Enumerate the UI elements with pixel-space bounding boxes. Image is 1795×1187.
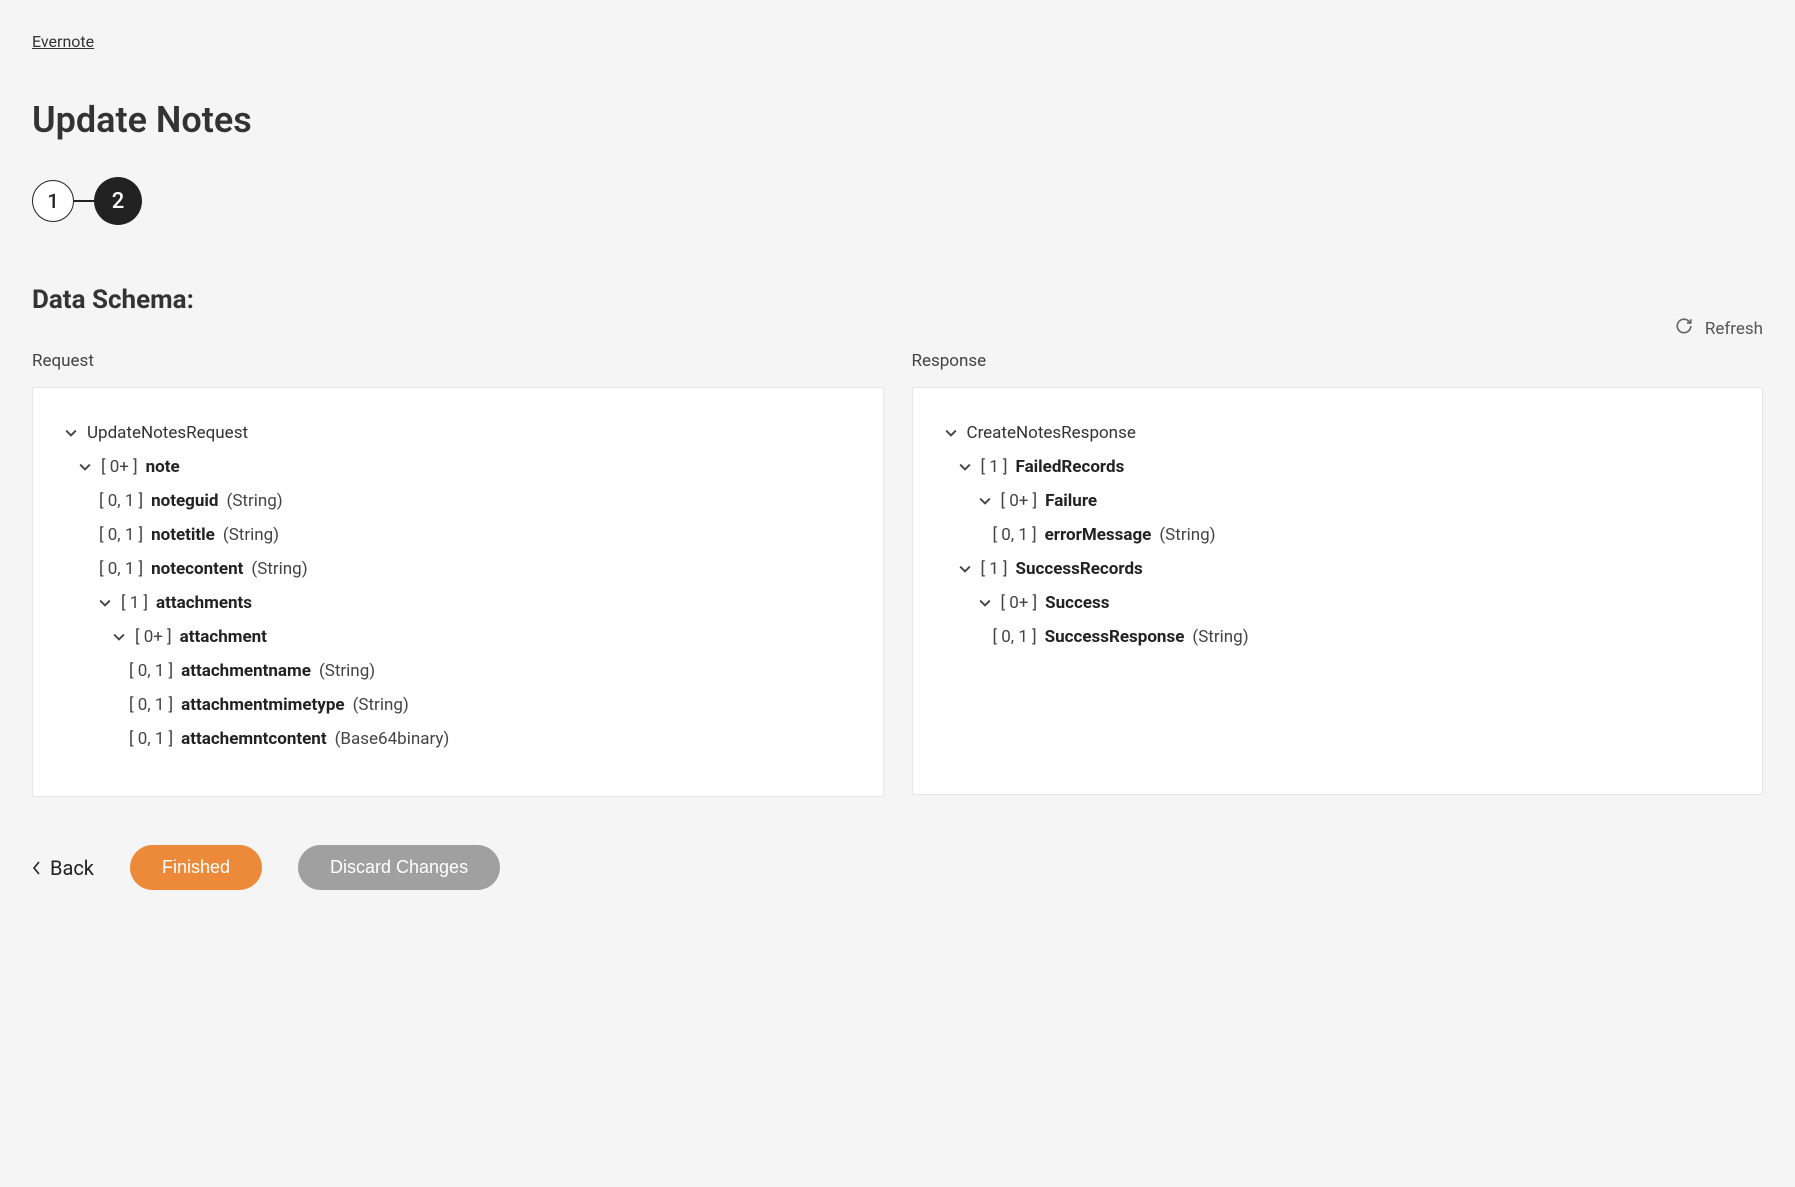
cardinality: [ 0+ ] [135, 620, 172, 654]
field-name: note [146, 450, 180, 484]
field-type: (String) [227, 484, 283, 518]
field-type: (String) [319, 654, 375, 688]
finished-button[interactable]: Finished [130, 845, 262, 890]
cardinality: [ 0+ ] [101, 450, 138, 484]
request-label: Request [32, 351, 884, 371]
request-panel: UpdateNotesRequest [ 0+ ] note [ 0, 1 ] … [32, 387, 884, 797]
field-name: noteguid [151, 484, 218, 518]
chevron-down-icon[interactable] [979, 597, 993, 609]
field-name: attachment [180, 620, 267, 654]
response-panel: CreateNotesResponse [ 1 ] FailedRecords … [912, 387, 1764, 795]
chevron-down-icon[interactable] [959, 461, 973, 473]
tree-row-attachmentmimetype[interactable]: [ 0, 1 ] attachmentmimetype (String) [129, 688, 859, 722]
field-name: attachmentname [181, 654, 311, 688]
cardinality: [ 0, 1 ] [129, 688, 173, 722]
tree-row-attachemntcontent[interactable]: [ 0, 1 ] attachemntcontent (Base64binary… [129, 722, 859, 756]
chevron-down-icon[interactable] [79, 461, 93, 473]
step-1[interactable]: 1 [32, 180, 74, 222]
chevron-down-icon[interactable] [99, 597, 113, 609]
tree-root-name: CreateNotesResponse [967, 416, 1136, 450]
field-type: (String) [1159, 518, 1215, 552]
field-name: attachments [156, 586, 252, 620]
cardinality: [ 0, 1 ] [993, 518, 1037, 552]
step-2[interactable]: 2 [94, 177, 142, 225]
refresh-label: Refresh [1705, 319, 1763, 339]
back-label: Back [50, 856, 94, 880]
field-name: attachemntcontent [181, 722, 326, 756]
schema-row: Refresh Request UpdateNotesRequest [ 0+ … [32, 351, 1763, 797]
page-title: Update Notes [32, 99, 1763, 141]
chevron-left-icon [32, 856, 42, 880]
tree-row-failedrecords[interactable]: [ 1 ] FailedRecords [959, 450, 1739, 484]
tree-row-resp-root[interactable]: CreateNotesResponse [945, 416, 1739, 450]
chevron-down-icon[interactable] [959, 563, 973, 575]
field-name: notetitle [151, 518, 215, 552]
breadcrumb-parent[interactable]: Evernote [32, 32, 94, 51]
chevron-down-icon[interactable] [65, 427, 79, 439]
field-name: notecontent [151, 552, 243, 586]
field-name: FailedRecords [1016, 450, 1125, 484]
cardinality: [ 0, 1 ] [99, 552, 143, 586]
field-type: (String) [251, 552, 307, 586]
discard-button[interactable]: Discard Changes [298, 845, 500, 890]
chevron-down-icon[interactable] [979, 495, 993, 507]
stepper: 1 2 [32, 177, 1763, 225]
tree-row-attachments[interactable]: [ 1 ] attachments [99, 586, 859, 620]
tree-row-success[interactable]: [ 0+ ] Success [979, 586, 1739, 620]
step-connector [74, 200, 94, 202]
request-column: Request UpdateNotesRequest [ 0+ ] note [… [32, 351, 884, 797]
refresh-icon [1675, 317, 1693, 340]
tree-row-errormessage[interactable]: [ 0, 1 ] errorMessage (String) [993, 518, 1739, 552]
field-name: SuccessResponse [1045, 620, 1185, 654]
back-button[interactable]: Back [32, 856, 94, 880]
field-type: (String) [223, 518, 279, 552]
tree-row-successresponse[interactable]: [ 0, 1 ] SuccessResponse (String) [993, 620, 1739, 654]
refresh-button[interactable]: Refresh [1675, 317, 1763, 340]
field-name: errorMessage [1045, 518, 1152, 552]
field-type: (String) [1192, 620, 1248, 654]
cardinality: [ 0, 1 ] [993, 620, 1037, 654]
tree-row-noteguid[interactable]: [ 0, 1 ] noteguid (String) [99, 484, 859, 518]
footer-actions: Back Finished Discard Changes [32, 845, 1763, 890]
field-name: SuccessRecords [1016, 552, 1143, 586]
cardinality: [ 0+ ] [1001, 586, 1038, 620]
field-type: (Base64binary) [335, 722, 450, 756]
tree-row-successrecords[interactable]: [ 1 ] SuccessRecords [959, 552, 1739, 586]
response-column: Response CreateNotesResponse [ 1 ] Faile… [912, 351, 1764, 797]
chevron-down-icon[interactable] [945, 427, 959, 439]
field-name: attachmentmimetype [181, 688, 344, 722]
cardinality: [ 0, 1 ] [99, 484, 143, 518]
tree-row-failure[interactable]: [ 0+ ] Failure [979, 484, 1739, 518]
tree-row-attachment[interactable]: [ 0+ ] attachment [113, 620, 859, 654]
field-name: Success [1045, 586, 1109, 620]
tree-root-name: UpdateNotesRequest [87, 416, 248, 450]
tree-row-notetitle[interactable]: [ 0, 1 ] notetitle (String) [99, 518, 859, 552]
chevron-down-icon[interactable] [113, 631, 127, 643]
response-label: Response [912, 351, 1764, 371]
cardinality: [ 0, 1 ] [99, 518, 143, 552]
field-name: Failure [1045, 484, 1097, 518]
cardinality: [ 0, 1 ] [129, 654, 173, 688]
cardinality: [ 1 ] [981, 552, 1008, 586]
tree-row-note[interactable]: [ 0+ ] note [79, 450, 859, 484]
section-title: Data Schema: [32, 285, 1763, 315]
field-type: (String) [353, 688, 409, 722]
cardinality: [ 1 ] [121, 586, 148, 620]
cardinality: [ 0+ ] [1001, 484, 1038, 518]
tree-row-attachmentname[interactable]: [ 0, 1 ] attachmentname (String) [129, 654, 859, 688]
tree-row-root[interactable]: UpdateNotesRequest [65, 416, 859, 450]
cardinality: [ 0, 1 ] [129, 722, 173, 756]
cardinality: [ 1 ] [981, 450, 1008, 484]
tree-row-notecontent[interactable]: [ 0, 1 ] notecontent (String) [99, 552, 859, 586]
